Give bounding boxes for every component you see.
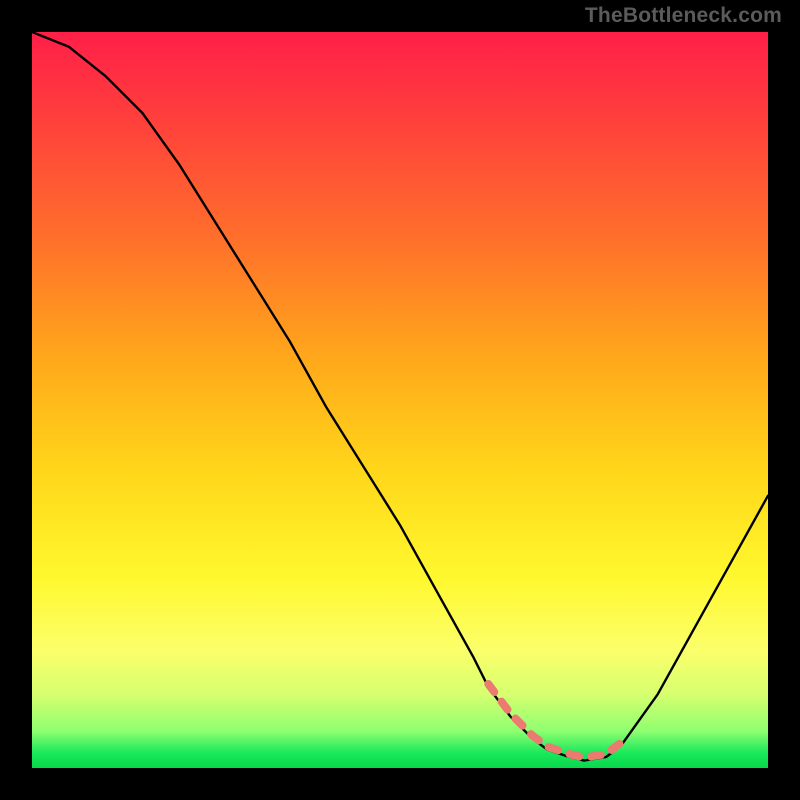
curve-path: [32, 32, 768, 761]
plot-area: [32, 32, 768, 768]
chart-frame: TheBottleneck.com: [0, 0, 800, 800]
watermark-text: TheBottleneck.com: [585, 4, 782, 28]
valley-marker: [488, 684, 621, 758]
bottleneck-curve: [32, 32, 768, 768]
